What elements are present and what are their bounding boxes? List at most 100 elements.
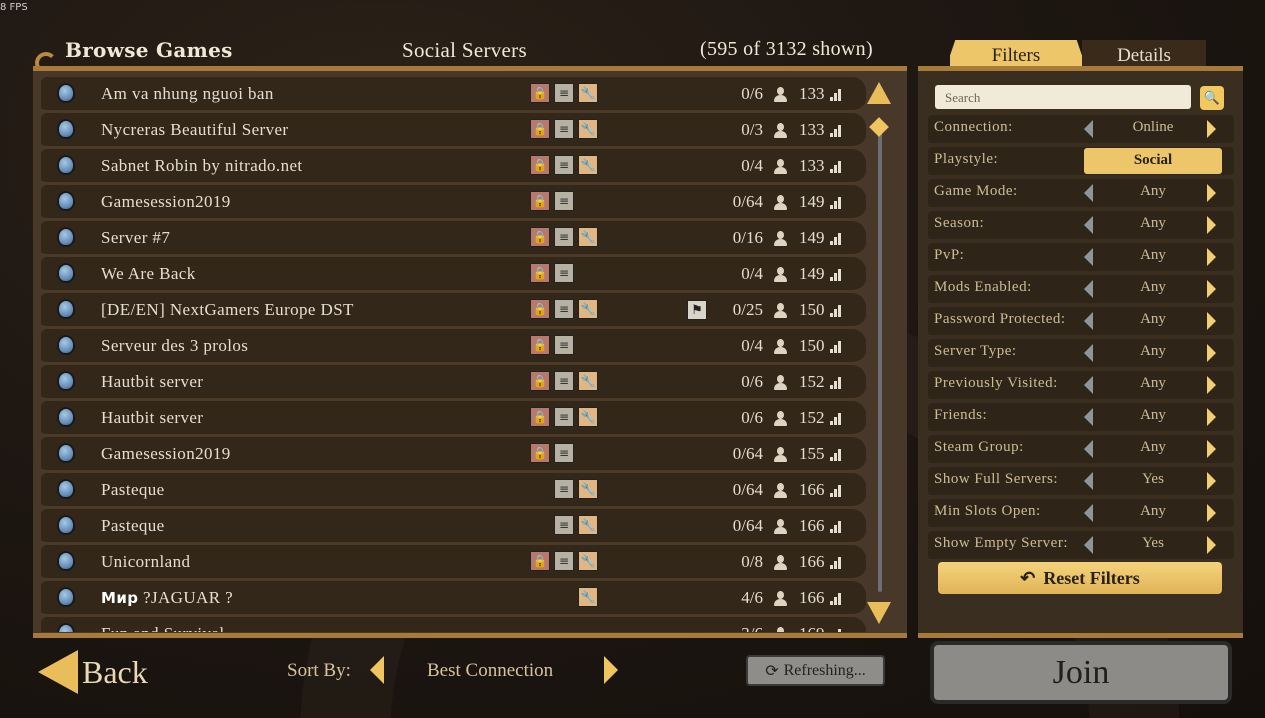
- server-list[interactable]: Am va nhung nguoi ban 🔒 ≡ 🔧 0/6 133 Nycrer…: [41, 77, 866, 632]
- filter-next-arrow-icon[interactable]: [1207, 184, 1216, 202]
- server-name-prefix: Мир: [101, 588, 139, 607]
- filter-label: Min Slots Open:: [934, 503, 1041, 519]
- signal-bars-icon: [830, 341, 841, 353]
- filter-prev-arrow-icon[interactable]: [1084, 280, 1093, 298]
- filter-prev-arrow-icon[interactable]: [1084, 312, 1093, 330]
- password-lock-icon: 🔒: [530, 371, 550, 391]
- filter-value: Any: [1140, 183, 1166, 199]
- server-row[interactable]: Fun and Survival 3/6 169: [41, 617, 866, 632]
- filter-value: Online: [1132, 119, 1174, 135]
- globe-icon: [57, 587, 75, 607]
- sort-next-arrow-icon[interactable]: [604, 656, 618, 684]
- server-row[interactable]: We Are Back 🔒 ≡ 0/4 149: [41, 257, 866, 293]
- filter-value: Any: [1140, 311, 1166, 327]
- player-icon: [773, 519, 787, 535]
- password-lock-icon: 🔒: [530, 227, 550, 247]
- join-button[interactable]: Join: [930, 641, 1232, 704]
- dedicated-server-icon: ≡: [554, 155, 574, 175]
- shown-count: (595 of 3132 shown): [700, 38, 873, 60]
- filter-next-arrow-icon[interactable]: [1207, 376, 1216, 394]
- scrollbar[interactable]: [860, 80, 900, 632]
- server-row[interactable]: Pasteque ≡ 🔧 0/64 166: [41, 473, 866, 509]
- filter-next-arrow-icon[interactable]: [1207, 472, 1216, 490]
- filter-next-arrow-icon[interactable]: [1207, 216, 1216, 234]
- password-lock-icon: 🔒: [530, 335, 550, 355]
- filter-prev-arrow-icon[interactable]: [1084, 440, 1093, 458]
- server-row[interactable]: Serveur des 3 prolos 🔒 ≡ 0/4 150: [41, 329, 866, 365]
- server-row[interactable]: Pasteque ≡ 🔧 0/64 166: [41, 509, 866, 545]
- filter-next-arrow-icon[interactable]: [1207, 440, 1216, 458]
- globe-icon: [57, 335, 75, 355]
- server-row[interactable]: Unicornland 🔒 ≡ 🔧 0/8 166: [41, 545, 866, 581]
- server-tags: 🔒 ≡ 🔧: [530, 407, 598, 427]
- server-row[interactable]: Sabnet Robin by nitrado.net 🔒 ≡ 🔧 0/4 133: [41, 149, 866, 185]
- player-icon: [773, 627, 787, 632]
- filter-next-arrow-icon[interactable]: [1207, 408, 1216, 426]
- server-row[interactable]: Gamesession2019 🔒 ≡ 0/64 149: [41, 185, 866, 221]
- globe-icon: [57, 371, 75, 391]
- search-input[interactable]: Search: [935, 85, 1191, 109]
- filter-prev-arrow-icon[interactable]: [1084, 408, 1093, 426]
- filter-prev-arrow-icon[interactable]: [1084, 376, 1093, 394]
- signal-bars-icon: [830, 521, 841, 533]
- filter-next-arrow-icon[interactable]: [1207, 248, 1216, 266]
- filter-prev-arrow-icon[interactable]: [1084, 536, 1093, 554]
- player-count: 0/6: [741, 83, 763, 103]
- server-row[interactable]: Nycreras Beautiful Server 🔒 ≡ 🔧 0/3 133: [41, 113, 866, 149]
- ping-value: 152: [799, 407, 825, 427]
- server-name: Hautbit server: [101, 372, 203, 392]
- filter-next-arrow-icon[interactable]: [1207, 312, 1216, 330]
- mods-wrench-icon: 🔧: [578, 83, 598, 103]
- filter-prev-arrow-icon[interactable]: [1084, 216, 1093, 234]
- server-row[interactable]: Am va nhung nguoi ban 🔒 ≡ 🔧 0/6 133: [41, 77, 866, 113]
- back-label: Back: [82, 653, 148, 690]
- globe-icon: [57, 515, 75, 535]
- sort-prev-arrow-icon[interactable]: [370, 656, 384, 684]
- filter-next-arrow-icon[interactable]: [1207, 344, 1216, 362]
- search-button[interactable]: 🔍: [1200, 86, 1224, 110]
- server-row[interactable]: Hautbit server 🔒 ≡ 🔧 0/6 152: [41, 365, 866, 401]
- scroll-track[interactable]: [878, 122, 882, 592]
- filter-prev-arrow-icon[interactable]: [1084, 344, 1093, 362]
- reset-filters-button[interactable]: ↶ Reset Filters: [938, 562, 1222, 594]
- back-button[interactable]: Back: [38, 650, 148, 694]
- filter-prev-arrow-icon[interactable]: [1084, 504, 1093, 522]
- filter-label: Steam Group:: [934, 439, 1024, 455]
- filter-select-button[interactable]: Social: [1084, 148, 1222, 174]
- dedicated-server-icon: ≡: [554, 191, 574, 211]
- server-row[interactable]: Gamesession2019 🔒 ≡ 0/64 155: [41, 437, 866, 473]
- signal-bars-icon: [830, 161, 841, 173]
- ping-value: 150: [799, 335, 825, 355]
- server-name-text: Unicornland: [101, 551, 191, 571]
- filter-value: Yes: [1142, 471, 1164, 487]
- server-row[interactable]: Server #7 🔒 ≡ 🔧 0/16 149: [41, 221, 866, 257]
- filter-prev-arrow-icon[interactable]: [1084, 472, 1093, 490]
- refresh-button[interactable]: ⟳ Refreshing...: [746, 655, 885, 686]
- server-row[interactable]: Мир ?JAGUAR ? 🔧 4/6 166: [41, 581, 866, 617]
- filter-next-arrow-icon[interactable]: [1207, 504, 1216, 522]
- signal-bars-icon: [830, 449, 841, 461]
- server-row[interactable]: Hautbit server 🔒 ≡ 🔧 0/6 152: [41, 401, 866, 437]
- signal-bars-icon: [830, 197, 841, 209]
- scroll-down-arrow-icon[interactable]: [867, 602, 891, 624]
- filter-next-arrow-icon[interactable]: [1207, 280, 1216, 298]
- filter-prev-arrow-icon[interactable]: [1084, 120, 1093, 138]
- filter-next-arrow-icon[interactable]: [1207, 120, 1216, 138]
- password-lock-icon: 🔒: [530, 83, 550, 103]
- filter-prev-arrow-icon[interactable]: [1084, 184, 1093, 202]
- signal-bars-icon: [830, 269, 841, 281]
- server-row[interactable]: [DE/EN] NextGamers Europe DST 🔒 ≡ 🔧 ⚑ 0/25…: [41, 293, 866, 329]
- filter-next-arrow-icon[interactable]: [1207, 536, 1216, 554]
- scroll-up-arrow-icon[interactable]: [867, 82, 891, 104]
- server-name-text: Server #7: [101, 227, 171, 247]
- filter-row: Friends: Any: [928, 403, 1234, 431]
- player-count: 3/6: [741, 624, 763, 633]
- player-icon: [773, 159, 787, 175]
- filter-row: Game Mode: Any: [928, 179, 1234, 207]
- player-count: 0/64: [732, 443, 763, 463]
- filter-row: PvP: Any: [928, 243, 1234, 271]
- filter-label: Password Protected:: [934, 311, 1066, 327]
- scroll-thumb[interactable]: [869, 117, 889, 137]
- filter-prev-arrow-icon[interactable]: [1084, 248, 1093, 266]
- mods-wrench-icon: 🔧: [578, 119, 598, 139]
